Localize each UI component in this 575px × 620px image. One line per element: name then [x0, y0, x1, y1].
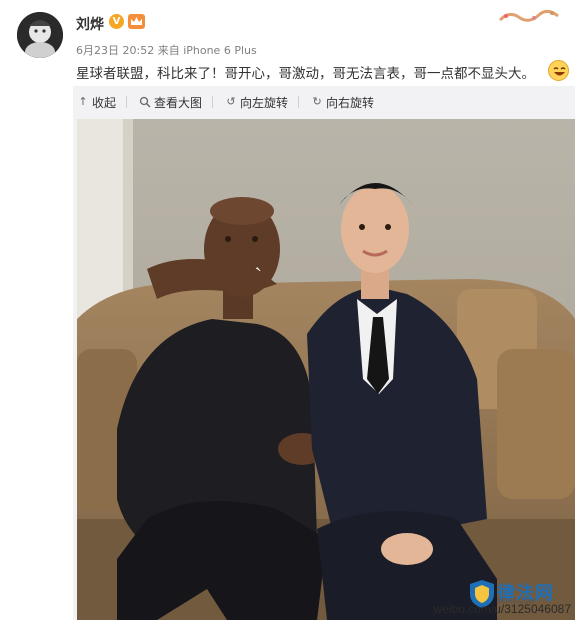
laughing-emoji-icon [548, 60, 569, 81]
view-large-button[interactable]: 查看大图 [139, 94, 202, 111]
rotate-right-button[interactable]: ↻ 向右旋转 [311, 94, 374, 111]
magnifier-icon [139, 96, 151, 108]
avatar-image [17, 12, 63, 58]
avatar[interactable] [17, 12, 63, 58]
toolbar-divider [212, 96, 214, 108]
post-text: 星球者联盟，科比来了！哥开心，哥激动，哥无法言表，哥一点都不显头大。 [76, 66, 535, 82]
post-meta: 6月23日 20:52 来自 iPhone 6 Plus [76, 42, 257, 58]
view-large-label: 查看大图 [154, 95, 203, 110]
rotate-left-button[interactable]: ↺ 向左旋转 [225, 94, 288, 111]
toolbar-divider [298, 96, 300, 108]
toolbar-divider [126, 96, 128, 108]
rotate-right-icon: ↻ [312, 95, 322, 108]
rotate-right-label: 向右旋转 [326, 95, 375, 110]
photo-image [77, 119, 575, 620]
verified-v-icon: V [109, 14, 124, 29]
post-time[interactable]: 6月23日 20:52 [76, 44, 154, 57]
collapse-button[interactable]: ↑ 收起 [77, 94, 116, 111]
rotate-left-icon: ↺ [226, 95, 236, 108]
weibo-post: 刘烨 V 6月23日 20:52 来自 iPhone 6 Plus 星球者联盟，… [0, 0, 575, 620]
media-toolbar: ↑ 收起 查看大图 ↺ 向左旋转 ↻ 向右旋转 [73, 86, 575, 118]
arrow-up-icon: ↑ [78, 95, 88, 108]
collapse-label: 收起 [92, 95, 117, 110]
post-photo[interactable]: 律法网 88148.COM weibo.com/u/3125046087 [77, 119, 575, 620]
username[interactable]: 刘烨 [76, 14, 104, 34]
watermark-url: weibo.com/u/3125046087 [433, 602, 571, 616]
corner-decoration-icon [498, 9, 559, 22]
media-card: ↑ 收起 查看大图 ↺ 向左旋转 ↻ 向右旋转 律法网 88148.COM we… [73, 86, 575, 620]
post-source: 来自 iPhone 6 Plus [157, 44, 257, 57]
rotate-left-label: 向左旋转 [240, 95, 289, 110]
member-badge-icon[interactable] [128, 14, 145, 29]
